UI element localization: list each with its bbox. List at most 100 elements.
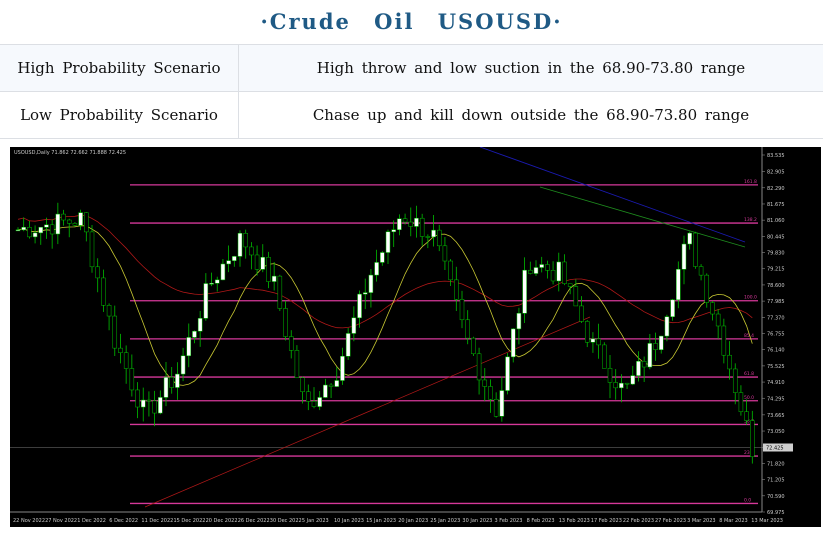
- candle-body: [243, 233, 248, 248]
- candle-body: [596, 338, 601, 346]
- date-tick-label: 15 Dec 2022: [173, 518, 205, 524]
- date-tick-label: 6 Dec 2022: [109, 518, 138, 524]
- candle-body: [693, 232, 698, 267]
- candle-body: [380, 252, 385, 263]
- candle-body: [95, 266, 100, 279]
- candle-body: [397, 218, 402, 230]
- candle-body: [402, 218, 408, 223]
- candle-body: [351, 317, 357, 334]
- chart-ticker: USOUSD,Daily 71.862 72.662 71.888 72.425: [14, 150, 127, 156]
- candle-body: [38, 226, 44, 234]
- candle-body: [328, 384, 334, 387]
- candle-body: [232, 256, 237, 261]
- candle-body: [687, 232, 692, 245]
- scenario-text: Chase up and kill down outside the 68.90…: [312, 106, 750, 124]
- candle-body: [619, 382, 624, 389]
- candle-body: [550, 270, 556, 282]
- candle-body: [209, 283, 214, 285]
- candle-body: [385, 231, 391, 253]
- candle-body: [311, 401, 317, 407]
- candle-body: [49, 224, 55, 235]
- candle-body: [419, 217, 425, 237]
- candle-body: [203, 283, 209, 319]
- candle-body: [374, 262, 379, 276]
- price-tick-label: 82.905: [767, 170, 785, 176]
- candle-body: [152, 400, 157, 414]
- date-tick-label: 30 Jan 2023: [462, 518, 492, 524]
- candle-body: [277, 275, 283, 309]
- trend-line: [144, 316, 591, 508]
- candle-body: [254, 254, 260, 270]
- candle-body: [408, 221, 414, 227]
- chart-canvas: 83.535 82.905 82.290 81.675 81.060 80.445 79.8…: [10, 147, 793, 524]
- candle-body: [641, 361, 647, 368]
- candle-body: [140, 399, 146, 408]
- candle-body: [300, 377, 305, 393]
- date-tick-label: 8 Feb 2023: [527, 518, 555, 524]
- candle-body: [676, 269, 681, 301]
- date-tick-label: 13 Mar 2023: [751, 518, 783, 524]
- candle-body: [533, 267, 539, 274]
- date-tick-label: 22 Nov 2022: [13, 518, 45, 524]
- candle-body: [727, 354, 732, 370]
- date-tick-label: 25 Jan 2023: [430, 518, 460, 524]
- date-tick-label: 3 Feb 2023: [494, 518, 522, 524]
- candle-body: [220, 263, 226, 281]
- candle-body: [624, 382, 630, 385]
- candle-body: [158, 397, 163, 414]
- candle-body: [112, 315, 118, 349]
- candle-body: [573, 286, 579, 307]
- scenario-table: High Probability Scenario High throw and…: [0, 44, 823, 139]
- price-tick-label: 77.985: [767, 299, 785, 305]
- candle-body: [414, 217, 419, 227]
- candle-body: [66, 219, 72, 224]
- candle-body: [431, 229, 436, 238]
- date-tick-label: 26 Dec 2022: [238, 518, 270, 524]
- candle-body: [391, 229, 396, 233]
- fib-level-tag: 100.0: [744, 295, 757, 301]
- candle-body: [44, 224, 49, 228]
- price-tick-label: 81.675: [767, 202, 785, 208]
- candle-body: [516, 313, 522, 330]
- price-tick-label: 78.600: [767, 283, 785, 289]
- moving-average-green: [539, 186, 746, 248]
- candle-body: [482, 379, 488, 387]
- price-tick-label: 76.755: [767, 332, 785, 338]
- date-tick-label: 27 Nov 2022: [45, 518, 77, 524]
- price-tick-label: 77.370: [767, 315, 785, 321]
- candle-body: [658, 335, 664, 350]
- candle-body: [425, 236, 431, 238]
- candle-body: [721, 325, 727, 356]
- candle-body: [78, 212, 83, 226]
- candle-body: [664, 316, 670, 337]
- price-tick-label: 69.975: [767, 510, 785, 516]
- candle-body: [214, 279, 220, 284]
- candle-body: [101, 277, 106, 306]
- candle-body: [732, 368, 738, 393]
- price-chart[interactable]: 83.535 82.905 82.290 81.675 81.060 80.445 79.8…: [10, 147, 821, 527]
- candle-body: [226, 260, 231, 265]
- candle-body: [607, 368, 613, 383]
- candle-body: [471, 337, 476, 355]
- price-tick-label: 80.445: [767, 234, 785, 240]
- candle-body: [567, 283, 573, 287]
- price-tick-label: 71.205: [767, 478, 785, 484]
- candle-body: [556, 261, 562, 282]
- candle-body: [528, 269, 533, 274]
- candle-body: [317, 397, 322, 407]
- candle-body: [562, 261, 567, 284]
- date-tick-label: 22 Feb 2023: [623, 518, 654, 524]
- fib-level-tag: 0.0: [744, 497, 751, 503]
- date-tick-label: 13 Feb 2023: [559, 518, 590, 524]
- candle-body: [505, 356, 510, 391]
- scenario-text: High throw and low suction in the 68.90-…: [316, 59, 746, 77]
- candle-body: [738, 392, 744, 412]
- candle-body: [630, 375, 636, 385]
- candle-body: [710, 302, 715, 315]
- scenario-label: Low Probability Scenario: [0, 92, 239, 138]
- candle-body: [499, 390, 505, 417]
- price-tick-label: 71.820: [767, 461, 785, 467]
- candle-body: [602, 344, 607, 369]
- candle-body: [750, 420, 755, 458]
- fib-level-tag: 50.0: [744, 395, 754, 401]
